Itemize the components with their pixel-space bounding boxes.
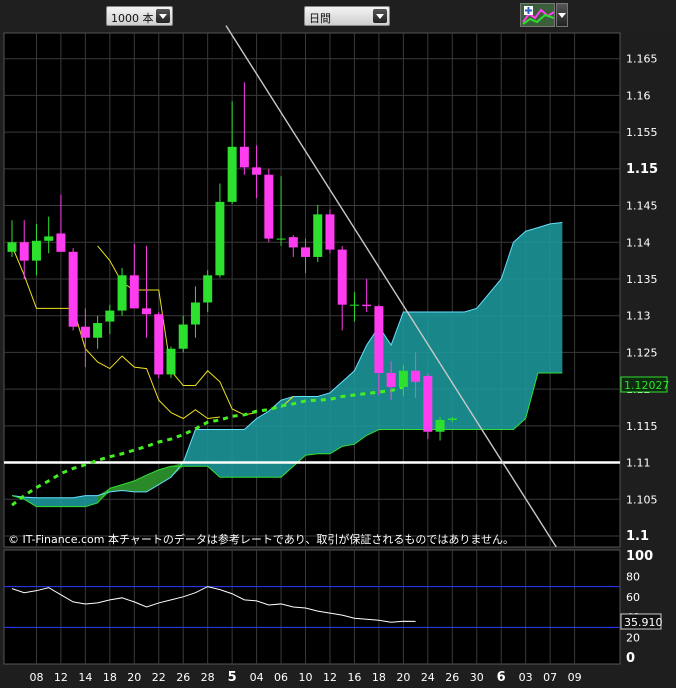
x-tick-label: 18: [103, 671, 117, 684]
candle-body: [203, 275, 213, 303]
candle-body: [386, 372, 396, 387]
x-tick-label: 06: [274, 671, 288, 684]
chart-app: 1000 本 日間 1.165 1.16 1.155 1.15 1.145 1.…: [0, 0, 676, 688]
candle-body: [313, 214, 323, 257]
chart-canvas: 1.1651.161.1551.151.1451.141.1351.131.12…: [3, 25, 670, 685]
candle: [68, 248, 78, 331]
x-tick-label: 08: [29, 671, 43, 684]
price-y-tick-label: 1.13: [626, 310, 651, 323]
price-y-tick-label: 1.1: [626, 529, 649, 544]
price-y-tick-label: 1.15: [626, 162, 658, 177]
candle-body: [239, 146, 249, 168]
candle-body: [19, 242, 29, 261]
x-tick-label: 10: [299, 671, 313, 684]
candle-body: [80, 326, 90, 338]
x-tick-label: 5: [228, 670, 237, 685]
rsi-plot-area: [3, 549, 621, 665]
price-y-tick-label: 1.16: [626, 89, 651, 102]
candle-body: [337, 249, 347, 305]
candle-body: [129, 275, 139, 309]
current-price-badge: 1.12027: [620, 376, 670, 393]
candle-body: [7, 242, 17, 252]
price-y-tick-label: 1.145: [626, 200, 658, 213]
candle-body: [411, 370, 421, 382]
candle: [154, 312, 164, 379]
candle-body: [154, 314, 164, 375]
price-y-tick-label: 1.11: [626, 457, 651, 470]
candle-body: [105, 310, 115, 322]
candle: [166, 346, 176, 379]
candle-body: [68, 251, 78, 327]
candle-body: [166, 348, 176, 375]
candle-body: [325, 214, 335, 250]
price-y-tick-label: 1.125: [626, 346, 658, 359]
candle-body: [56, 233, 66, 252]
candle-body: [264, 174, 274, 239]
current-rsi-label: 35.910: [624, 616, 663, 629]
candle-body: [288, 237, 298, 248]
x-tick-label: 22: [152, 671, 166, 684]
x-tick-label: 18: [372, 671, 386, 684]
candle: [325, 209, 335, 254]
candle-body: [374, 306, 384, 373]
rsi-y-tick-label: 0: [626, 651, 635, 666]
x-tick-label: 26: [176, 671, 190, 684]
rsi-y-tick-label: 80: [626, 570, 640, 583]
current-rsi-badge: 35.910: [620, 613, 663, 630]
price-y-tick-label: 1.105: [626, 493, 658, 506]
x-tick-label: 14: [78, 671, 92, 684]
price-y-tick-label: 1.14: [626, 236, 651, 249]
candle-body: [349, 304, 359, 306]
x-tick-label: 30: [470, 671, 484, 684]
candle-body: [93, 323, 103, 338]
candle-body: [362, 304, 372, 307]
candle: [264, 168, 274, 243]
current-price-label: 1.12027: [624, 379, 670, 392]
copyright-notice: © IT-Finance.com 本チャートのデータは参考レートであり、取引が保…: [8, 532, 514, 546]
candle-body: [44, 236, 54, 241]
x-tick-label: 12: [54, 671, 68, 684]
x-tick-label: 20: [127, 671, 141, 684]
x-tick-label: 26: [445, 671, 459, 684]
x-tick-label: 09: [568, 671, 582, 684]
candle-body: [142, 308, 152, 315]
rsi-y-tick-label: 20: [626, 632, 640, 645]
x-tick-label: 07: [543, 671, 557, 684]
x-tick-label: 28: [201, 671, 215, 684]
x-tick-label: 20: [396, 671, 410, 684]
candle-body: [252, 167, 262, 175]
candle-body: [117, 275, 127, 311]
price-y-tick-label: 1.165: [626, 53, 658, 66]
rsi-panel: [3, 549, 621, 665]
x-tick-label: 16: [347, 671, 361, 684]
candle: [423, 372, 433, 440]
candle-body: [227, 146, 237, 202]
candle-body: [215, 201, 225, 276]
candle-body: [435, 419, 445, 432]
rsi-y-tick-label: 60: [626, 591, 640, 604]
x-tick-label: 6: [497, 670, 506, 685]
candle-body: [190, 302, 200, 325]
x-tick-label: 03: [519, 671, 533, 684]
candle-body: [398, 370, 408, 387]
price-y-tick-label: 1.135: [626, 273, 658, 286]
candle-body: [31, 240, 41, 261]
x-tick-label: 24: [421, 671, 435, 684]
x-tick-label: 12: [323, 671, 337, 684]
x-tick-label: 04: [250, 671, 264, 684]
candle-body: [301, 247, 311, 257]
price-y-tick-label: 1.115: [626, 420, 658, 433]
rsi-y-tick-label: 100: [626, 549, 653, 564]
candle-body: [178, 324, 188, 349]
price-panel: [3, 25, 621, 548]
price-y-tick-label: 1.155: [626, 126, 658, 139]
candle-body: [276, 238, 286, 240]
candle-body: [447, 418, 457, 420]
candle-body: [423, 375, 433, 432]
